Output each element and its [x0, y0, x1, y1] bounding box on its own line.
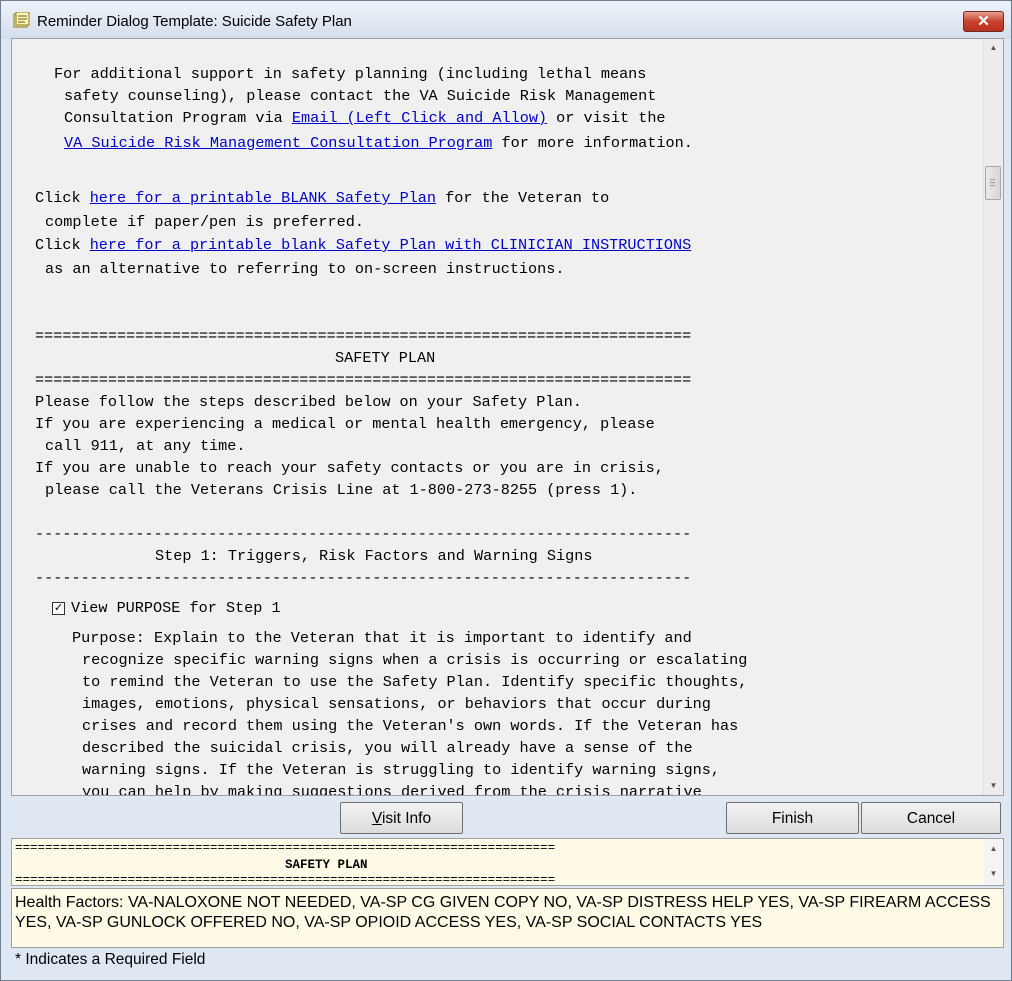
- scroll-down-arrow-icon[interactable]: ▼: [984, 865, 1003, 883]
- scroll-up-arrow-icon[interactable]: ▲: [984, 840, 1003, 858]
- purpose-line: crises and record them using the Veteran…: [82, 717, 739, 735]
- scroll-up-arrow-icon[interactable]: ▲: [984, 39, 1003, 57]
- view-purpose-label[interactable]: View PURPOSE for Step 1: [71, 599, 281, 617]
- intro-line-4-tail: for more information.: [492, 134, 693, 152]
- clinician-instructions-link[interactable]: here for a printable blank Safety Plan w…: [90, 236, 692, 254]
- single-rule-bottom: ----------------------------------------…: [35, 569, 692, 587]
- preview-rule-bottom: ========================================…: [15, 873, 556, 886]
- health-factors-label: Health Factors:: [15, 894, 128, 911]
- purpose-line: warning signs. If the Veteran is struggl…: [82, 761, 720, 779]
- reminder-dialog-window: Reminder Dialog Template: Suicide Safety…: [0, 0, 1012, 981]
- double-rule-top: ========================================…: [35, 327, 692, 345]
- preview-heading: SAFETY PLAN: [285, 858, 368, 872]
- intro-line-3-tail: or visit the: [547, 109, 666, 127]
- intro-line-4: VA Suicide Risk Management Consultation …: [64, 134, 693, 152]
- follow-line-5: please call the Veterans Crisis Line at …: [45, 481, 638, 499]
- required-field-note: * Indicates a Required Field: [15, 951, 206, 968]
- scroll-down-arrow-icon[interactable]: ▼: [984, 777, 1003, 795]
- follow-line-1: Please follow the steps described below …: [35, 393, 582, 411]
- visit-info-mnemonic: V: [371, 810, 382, 827]
- click-line-1: Click here for a printable BLANK Safety …: [35, 189, 609, 207]
- intro-line-3: Consultation Program via Email (Left Cli…: [64, 109, 666, 127]
- follow-line-4: If you are unable to reach your safety c…: [35, 459, 664, 477]
- close-button[interactable]: ✕: [963, 11, 1004, 32]
- purpose-line: to remind the Veteran to use the Safety …: [82, 673, 748, 691]
- intro-line-1: For additional support in safety plannin…: [54, 65, 647, 83]
- scrollbar-thumb[interactable]: – – –: [985, 166, 1001, 200]
- double-rule-bottom: ========================================…: [35, 371, 692, 389]
- purpose-line: you can help by making suggestions deriv…: [82, 783, 702, 796]
- click-line-2: complete if paper/pen is preferred.: [45, 213, 364, 231]
- note-preview-pane[interactable]: ========================================…: [11, 838, 1004, 886]
- title-bar: Reminder Dialog Template: Suicide Safety…: [1, 1, 1011, 39]
- check-mark-icon: ✓: [53, 602, 64, 614]
- close-icon: ✕: [977, 13, 990, 30]
- intro-line-2: safety counseling), please contact the V…: [64, 87, 657, 105]
- email-link[interactable]: Email (Left Click and Allow): [292, 109, 547, 127]
- button-bar: Visit Info Finish Cancel: [11, 798, 1004, 836]
- click-line-1-tail: for the Veteran to: [436, 189, 610, 207]
- purpose-line: described the suicidal crisis, you will …: [82, 739, 693, 757]
- view-purpose-checkbox[interactable]: ✓: [52, 602, 65, 615]
- consultation-program-link[interactable]: VA Suicide Risk Management Consultation …: [64, 134, 492, 152]
- purpose-line: images, emotions, physical sensations, o…: [82, 695, 711, 713]
- health-factors-value: VA-NALOXONE NOT NEEDED, VA-SP CG GIVEN C…: [15, 894, 991, 931]
- notepad-icon: [13, 12, 30, 28]
- follow-line-3: call 911, at any time.: [45, 437, 246, 455]
- window-title: Reminder Dialog Template: Suicide Safety…: [37, 13, 352, 30]
- click-line-1-prefix: Click: [35, 189, 90, 207]
- purpose-line: recognize specific warning signs when a …: [82, 651, 748, 669]
- click-line-3-prefix: Click: [35, 236, 90, 254]
- visit-info-button[interactable]: Visit Info: [340, 802, 463, 834]
- cancel-button[interactable]: Cancel: [861, 802, 1001, 834]
- follow-line-2: If you are experiencing a medical or men…: [35, 415, 655, 433]
- step1-heading: Step 1: Triggers, Risk Factors and Warni…: [155, 547, 593, 565]
- blank-safety-plan-link[interactable]: here for a printable BLANK Safety Plan: [90, 189, 436, 207]
- dialog-content-pane[interactable]: For additional support in safety plannin…: [11, 38, 1004, 796]
- single-rule-top: ----------------------------------------…: [35, 525, 692, 543]
- click-line-4: as an alternative to referring to on-scr…: [45, 260, 565, 278]
- safety-plan-heading: SAFETY PLAN: [335, 349, 436, 367]
- click-line-3: Click here for a printable blank Safety …: [35, 236, 691, 254]
- preview-scrollbar[interactable]: ▲ ▼: [984, 839, 1003, 885]
- visit-info-rest: isit Info: [381, 810, 432, 827]
- purpose-line: Purpose: Explain to the Veteran that it …: [72, 629, 692, 647]
- finish-button[interactable]: Finish: [726, 802, 859, 834]
- content-vertical-scrollbar[interactable]: ▲ – – – ▼: [983, 39, 1003, 795]
- preview-rule-top: ========================================…: [15, 841, 556, 855]
- intro-line-3-text: Consultation Program via: [64, 109, 292, 127]
- health-factors-pane: Health Factors: VA-NALOXONE NOT NEEDED, …: [11, 888, 1004, 948]
